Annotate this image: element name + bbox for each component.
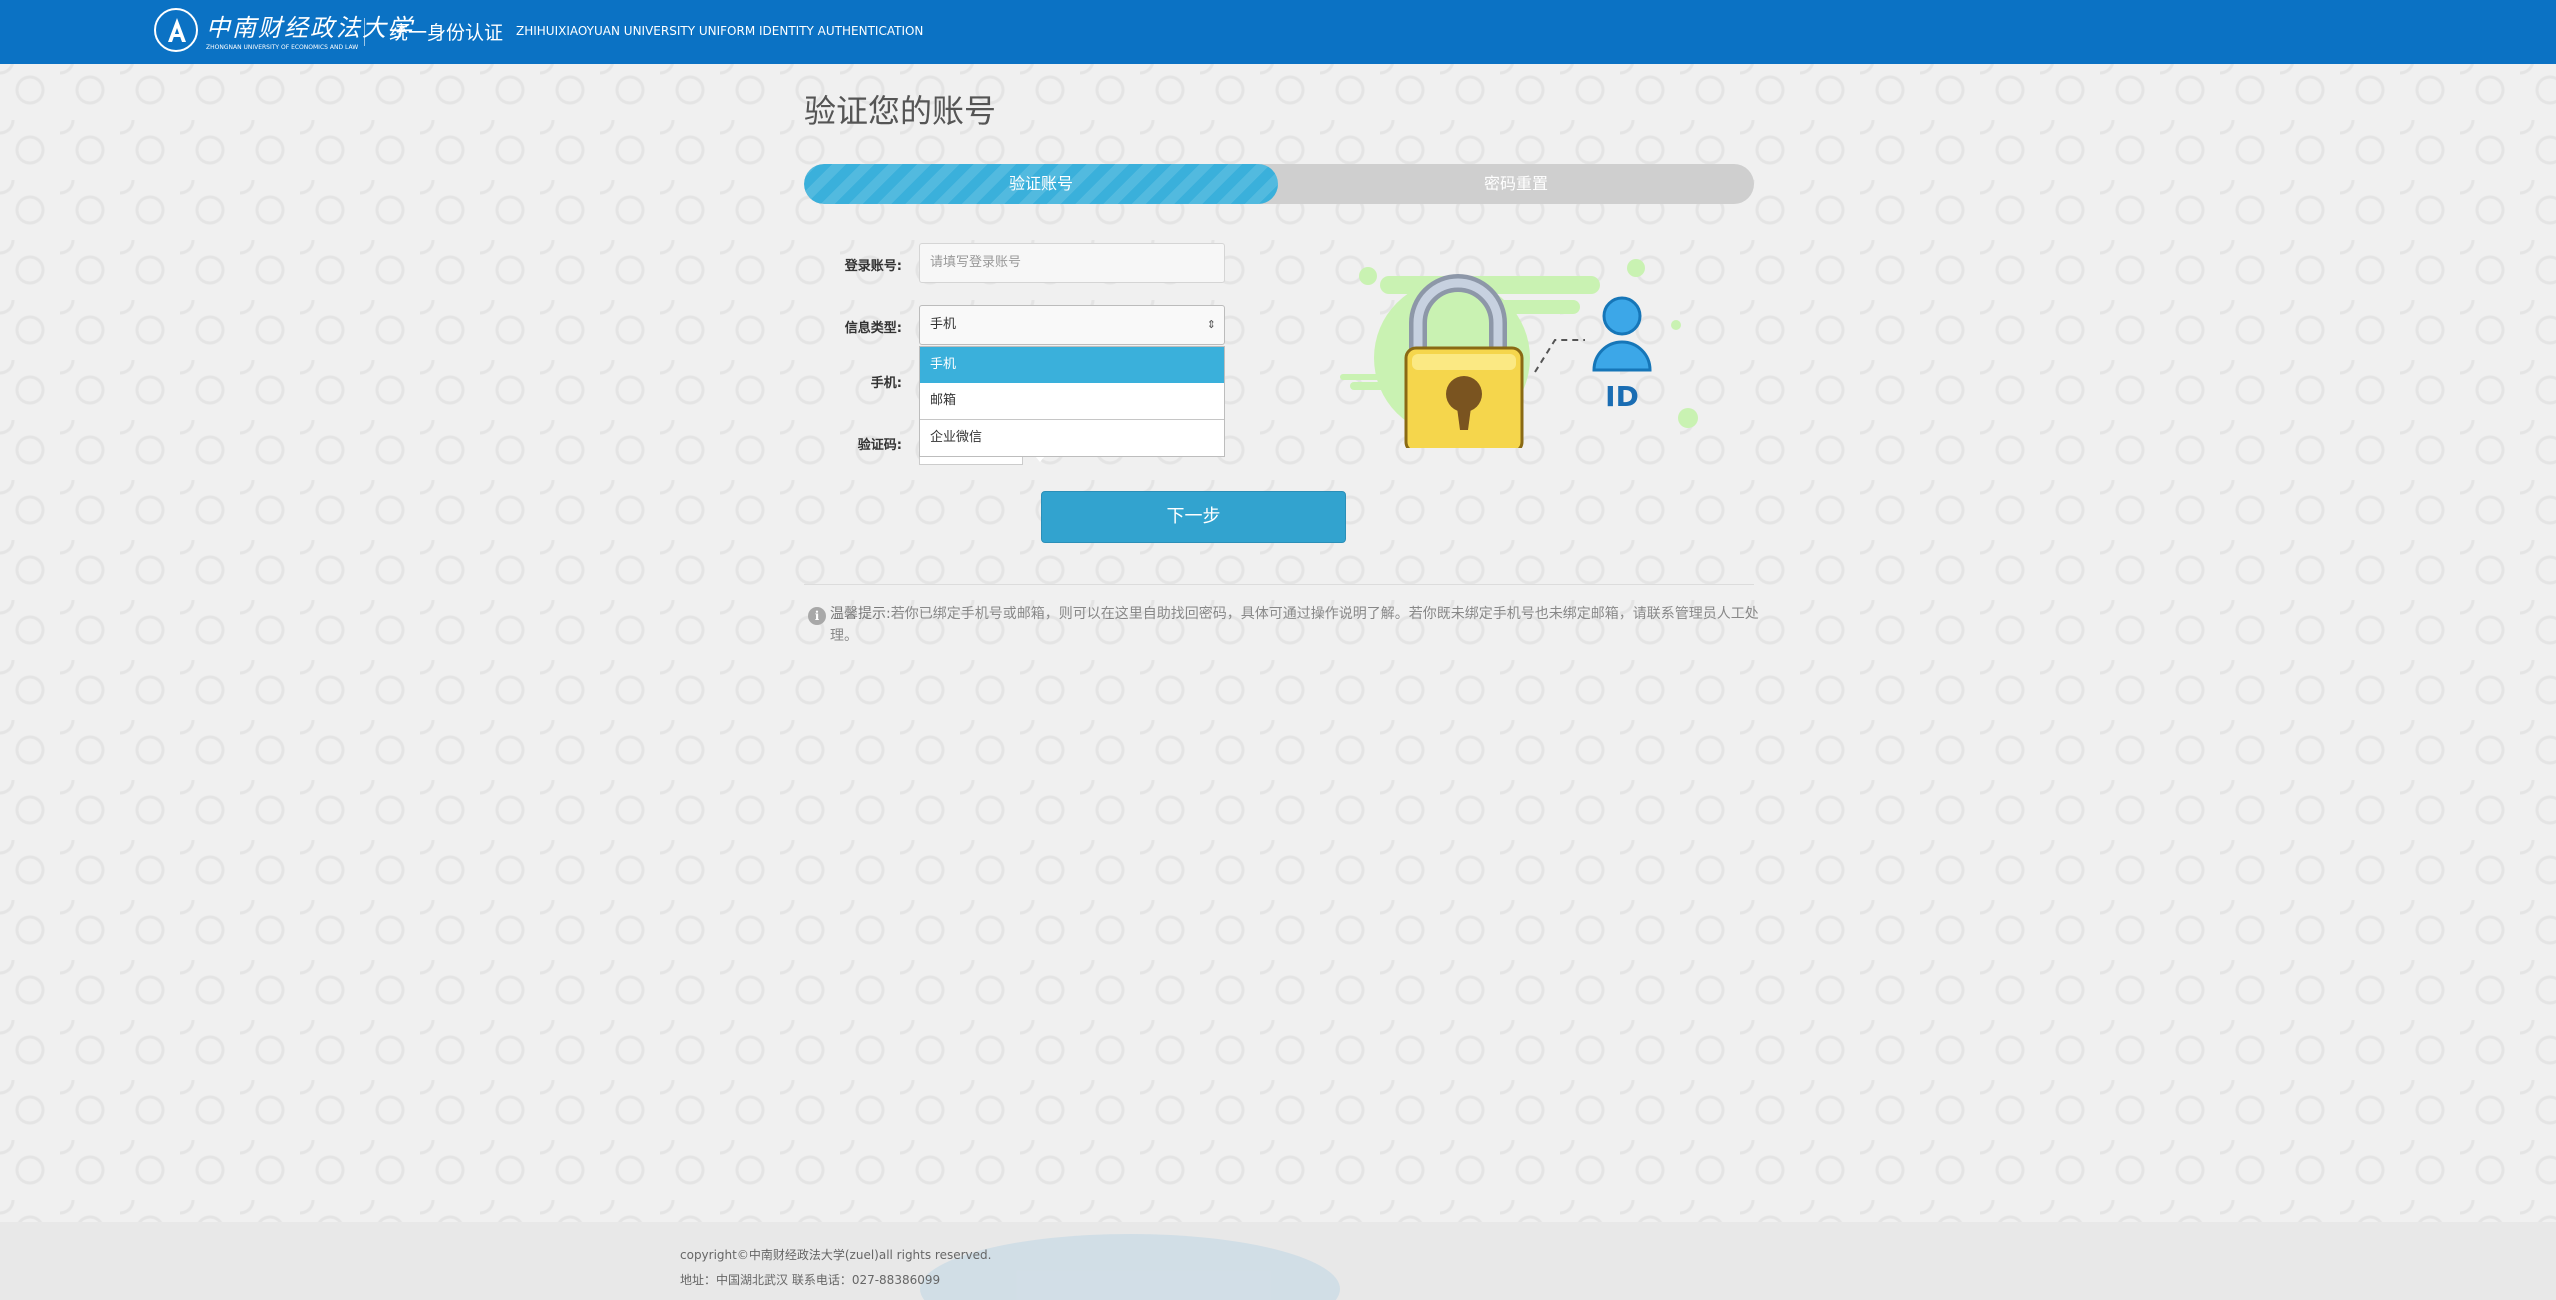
phone-label: 手机: (870, 376, 902, 391)
step-reset-password: 密码重置 (1483, 174, 1548, 193)
tip-text: 温馨提示:若你已绑定手机号或邮箱，则可以在这里自助找回密码，具体可通过操作说明了… (830, 603, 1760, 647)
select-arrows-icon: ⇕ (1206, 318, 1216, 331)
header-subtitle: ZHIHUIXIAOYUAN UNIVERSITY UNIFORM IDENTI… (516, 24, 924, 38)
lock-id-illustration: ID (1340, 259, 1698, 448)
tip-body: 若你已绑定手机号或邮箱，则可以在这里自助找回密码，具体可通过操作说明了解。若你既… (830, 606, 1759, 644)
logo-name-cn: 中南财经政法大学 (206, 14, 414, 42)
account-label: 登录账号: (844, 259, 902, 274)
info-type-dropdown: 手机 邮箱 企业微信 (919, 346, 1225, 457)
user-id-icon: ID (1592, 296, 1652, 413)
footer-decoration (920, 1234, 1340, 1300)
footer-address: 地址：中国湖北武汉 联系电话：027-88386099 (680, 1273, 941, 1287)
emblem-mark (168, 18, 186, 42)
university-emblem-icon (154, 8, 198, 52)
page-footer: copyright©中南财经政法大学(zuel)all rights reser… (0, 1222, 2556, 1300)
dropdown-option-wecom[interactable]: 企业微信 (920, 419, 1224, 455)
dashed-connector (1534, 339, 1585, 373)
next-step-button[interactable]: 下一步 (1041, 491, 1346, 543)
step-progress-bar: 验证账号 密码重置 (804, 164, 1754, 204)
dropdown-option-email[interactable]: 邮箱 (920, 383, 1224, 419)
info-type-label: 信息类型: (844, 321, 902, 336)
top-header: 中南财经政法大学 ZHONGNAN UNIVERSITY OF ECONOMIC… (0, 0, 2556, 64)
university-logo[interactable]: 中南财经政法大学 ZHONGNAN UNIVERSITY OF ECONOMIC… (154, 6, 412, 58)
header-divider (364, 18, 365, 46)
account-input[interactable]: 请填写登录账号 (919, 243, 1225, 283)
dropdown-option-phone[interactable]: 手机 (920, 347, 1224, 383)
step-verify-account: 验证账号 (1008, 174, 1073, 193)
info-icon: i (808, 607, 826, 625)
logo-name-en: ZHONGNAN UNIVERSITY OF ECONOMICS AND LAW (206, 44, 359, 51)
info-type-selected-value: 手机 (930, 317, 957, 332)
tip-label: 温馨提示: (830, 606, 891, 622)
footer-copyright: copyright©中南财经政法大学(zuel)all rights reser… (680, 1248, 992, 1262)
header-title: 统一身份认证 (389, 22, 504, 44)
section-divider (804, 584, 1754, 585)
info-type-select[interactable]: 手机 ⇕ (919, 305, 1225, 345)
id-label: ID (1605, 380, 1639, 413)
captcha-label: 验证码: (857, 438, 902, 453)
page-title: 验证您的账号 (804, 92, 997, 130)
